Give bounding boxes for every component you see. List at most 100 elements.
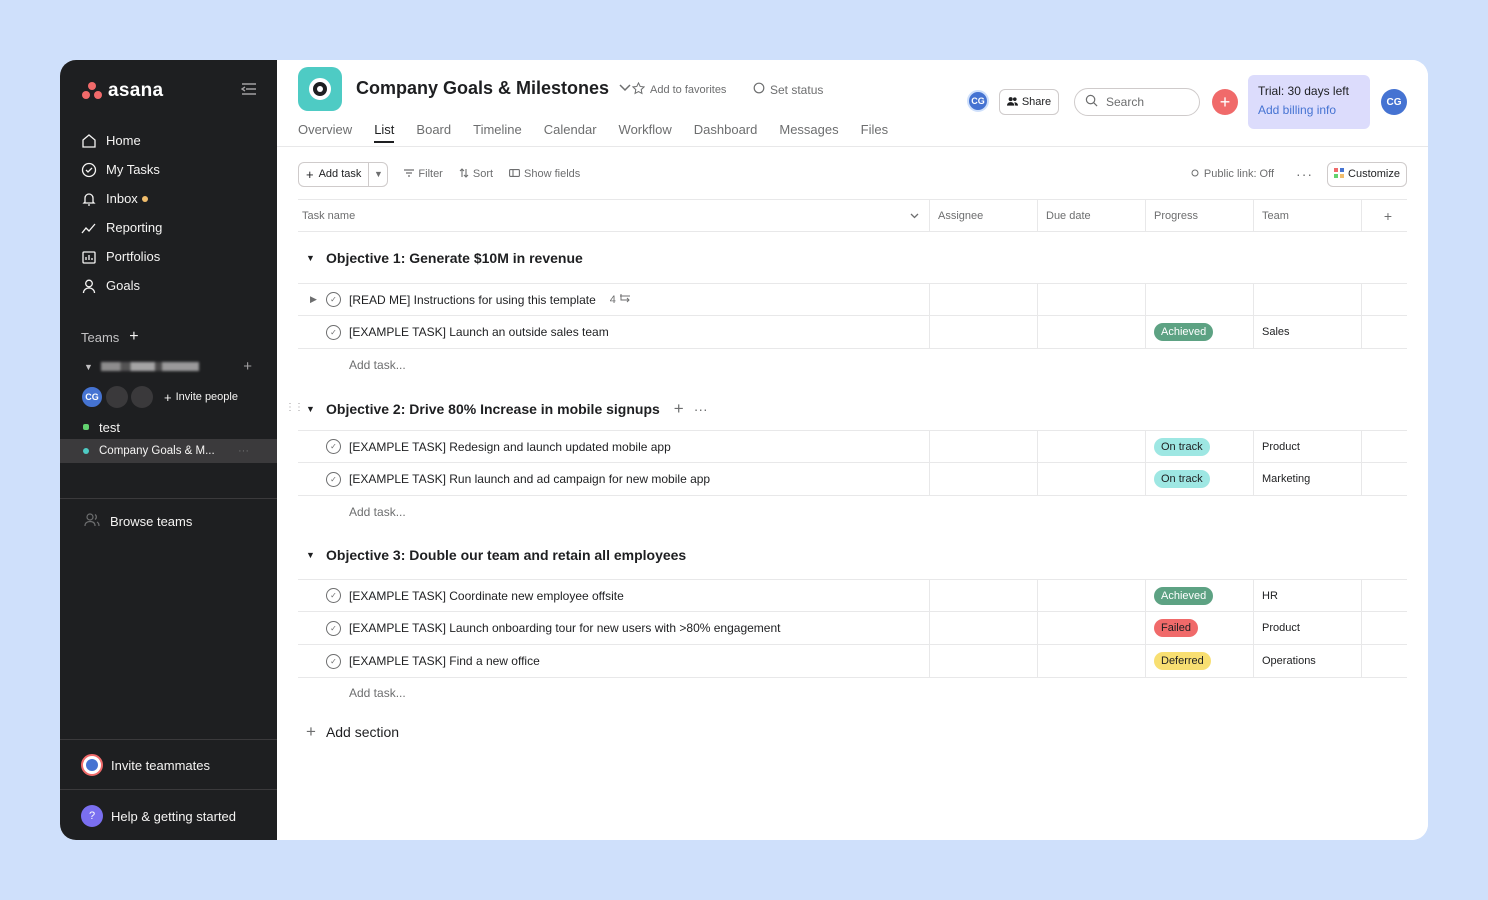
caret-down-icon[interactable]: ▼ [306,253,316,263]
add-task-inline[interactable]: Add task... [349,686,406,700]
due-date-cell[interactable] [1038,431,1146,462]
member-avatars[interactable]: CG [967,90,989,112]
sort-button[interactable]: Sort [459,167,493,181]
team-cell[interactable]: Product [1254,612,1362,644]
column-header-assignee[interactable]: Assignee [930,200,1038,231]
table-row[interactable]: ✓ [EXAMPLE TASK] Find a new office Defer… [298,645,1407,678]
customize-button[interactable]: Customize [1327,161,1407,187]
caret-down-icon[interactable]: ▼ [84,362,93,372]
complete-checkbox[interactable]: ✓ [326,439,341,454]
subtask-count[interactable]: 4 [610,293,631,306]
sidebar-item-portfolios[interactable]: Portfolios [80,242,260,271]
due-date-cell[interactable] [1038,284,1146,315]
tab-overview[interactable]: Overview [298,122,352,143]
progress-cell[interactable]: Achieved [1146,580,1254,611]
task-name-cell[interactable]: ✓ [EXAMPLE TASK] Launch onboarding tour … [298,612,930,644]
trial-banner[interactable]: Trial: 30 days left Add billing info [1248,75,1370,129]
team-cell[interactable]: Product [1254,431,1362,462]
due-date-cell[interactable] [1038,463,1146,495]
sidebar-project-test[interactable]: test [60,415,277,439]
assignee-cell[interactable] [930,316,1038,348]
add-section-button[interactable]: + Add section [306,722,399,742]
progress-cell[interactable]: Achieved [1146,316,1254,348]
set-status-button[interactable]: Set status [753,82,823,97]
tab-messages[interactable]: Messages [779,122,838,143]
sidebar-item-my-tasks[interactable]: My Tasks [80,155,260,184]
complete-checkbox[interactable]: ✓ [326,653,341,669]
assignee-cell[interactable] [930,284,1038,315]
avatar[interactable]: CG [81,386,103,408]
table-row[interactable]: ✓ [EXAMPLE TASK] Launch an outside sales… [298,316,1407,349]
help-button[interactable]: ? Help & getting started [81,805,236,827]
more-options-icon[interactable]: ··· [1296,166,1313,182]
column-header-due-date[interactable]: Due date [1038,200,1146,231]
due-date-cell[interactable] [1038,316,1146,348]
chevron-down-icon[interactable] [910,210,919,222]
progress-cell[interactable]: Failed [1146,612,1254,644]
tab-list[interactable]: List [374,122,395,143]
team-row[interactable]: ▼ + [84,358,252,375]
section-header[interactable]: ▼ Objective 2: Drive 80% Increase in mob… [306,399,708,419]
column-header-team[interactable]: Team [1254,200,1362,231]
add-to-team-icon[interactable]: + [243,358,252,375]
asana-logo[interactable]: asana [82,80,163,102]
section-header[interactable]: ▼ Objective 3: Double our team and retai… [306,547,686,563]
create-button[interactable]: + [1212,89,1238,115]
invite-teammates-button[interactable]: Invite teammates [81,754,210,776]
table-row[interactable]: ✓ [EXAMPLE TASK] Launch onboarding tour … [298,612,1407,645]
due-date-cell[interactable] [1038,580,1146,611]
add-task-button[interactable]: + Add task [299,162,370,186]
show-fields-button[interactable]: Show fields [509,168,580,180]
due-date-cell[interactable] [1038,645,1146,677]
task-name-cell[interactable]: ✓ [EXAMPLE TASK] Launch an outside sales… [298,316,930,348]
caret-right-icon[interactable]: ▶ [310,294,317,305]
tab-board[interactable]: Board [416,122,451,143]
sidebar-item-inbox[interactable]: Inbox [80,184,260,213]
filter-button[interactable]: Filter [404,168,443,180]
avatar[interactable]: CG [967,90,989,112]
tab-workflow[interactable]: Workflow [619,122,672,143]
task-name-cell[interactable]: ✓ [EXAMPLE TASK] Coordinate new employee… [298,580,930,611]
project-title-group[interactable]: Company Goals & Milestones [356,78,631,99]
complete-checkbox[interactable]: ✓ [326,620,341,636]
complete-checkbox[interactable]: ✓ [326,324,341,340]
add-task-inline[interactable]: Add task... [349,505,406,519]
caret-down-icon[interactable]: ▼ [306,550,316,560]
sidebar-item-goals[interactable]: Goals [80,271,260,300]
public-link-toggle[interactable]: Public link: Off [1191,168,1274,180]
add-team-icon[interactable]: + [129,328,138,346]
add-billing-link[interactable]: Add billing info [1258,103,1360,117]
assignee-cell[interactable] [930,580,1038,611]
sidebar-item-reporting[interactable]: Reporting [80,213,260,242]
task-name-cell[interactable]: ✓ [EXAMPLE TASK] Redesign and launch upd… [298,431,930,462]
share-button[interactable]: Share [999,89,1059,115]
caret-down-icon[interactable]: ▼ [306,404,316,414]
team-cell[interactable]: Operations [1254,645,1362,677]
chevron-down-icon[interactable]: ▼ [369,169,387,179]
sidebar-project-company-goals[interactable]: Company Goals & M... ··· [60,439,277,463]
complete-checkbox[interactable]: ✓ [326,292,341,307]
collapse-sidebar-icon[interactable] [240,82,257,96]
sidebar-item-home[interactable]: Home [80,126,260,155]
progress-cell[interactable]: On track [1146,463,1254,495]
assignee-cell[interactable] [930,645,1038,677]
section-header[interactable]: ▼ Objective 1: Generate $10M in revenue [306,250,583,266]
browse-teams-button[interactable]: Browse teams [84,513,192,530]
project-icon[interactable] [298,67,342,111]
user-avatar[interactable]: CG [1381,89,1407,115]
task-name-cell[interactable]: ✓ [EXAMPLE TASK] Run launch and ad campa… [298,463,930,495]
progress-cell[interactable]: Deferred [1146,645,1254,677]
tab-dashboard[interactable]: Dashboard [694,122,758,143]
due-date-cell[interactable] [1038,612,1146,644]
task-name-cell[interactable]: ✓ [EXAMPLE TASK] Find a new office [298,645,930,677]
add-task-inline[interactable]: Add task... [349,358,406,372]
drag-handle-icon[interactable]: ⋮⋮ [285,402,304,413]
team-cell[interactable]: Marketing [1254,463,1362,495]
table-row[interactable]: ✓ [EXAMPLE TASK] Redesign and launch upd… [298,430,1407,463]
column-header-progress[interactable]: Progress [1146,200,1254,231]
progress-cell[interactable] [1146,284,1254,315]
add-column-button[interactable]: + [1362,200,1406,231]
team-cell[interactable]: HR [1254,580,1362,611]
chevron-down-icon[interactable] [619,83,631,95]
complete-checkbox[interactable]: ✓ [326,471,341,487]
